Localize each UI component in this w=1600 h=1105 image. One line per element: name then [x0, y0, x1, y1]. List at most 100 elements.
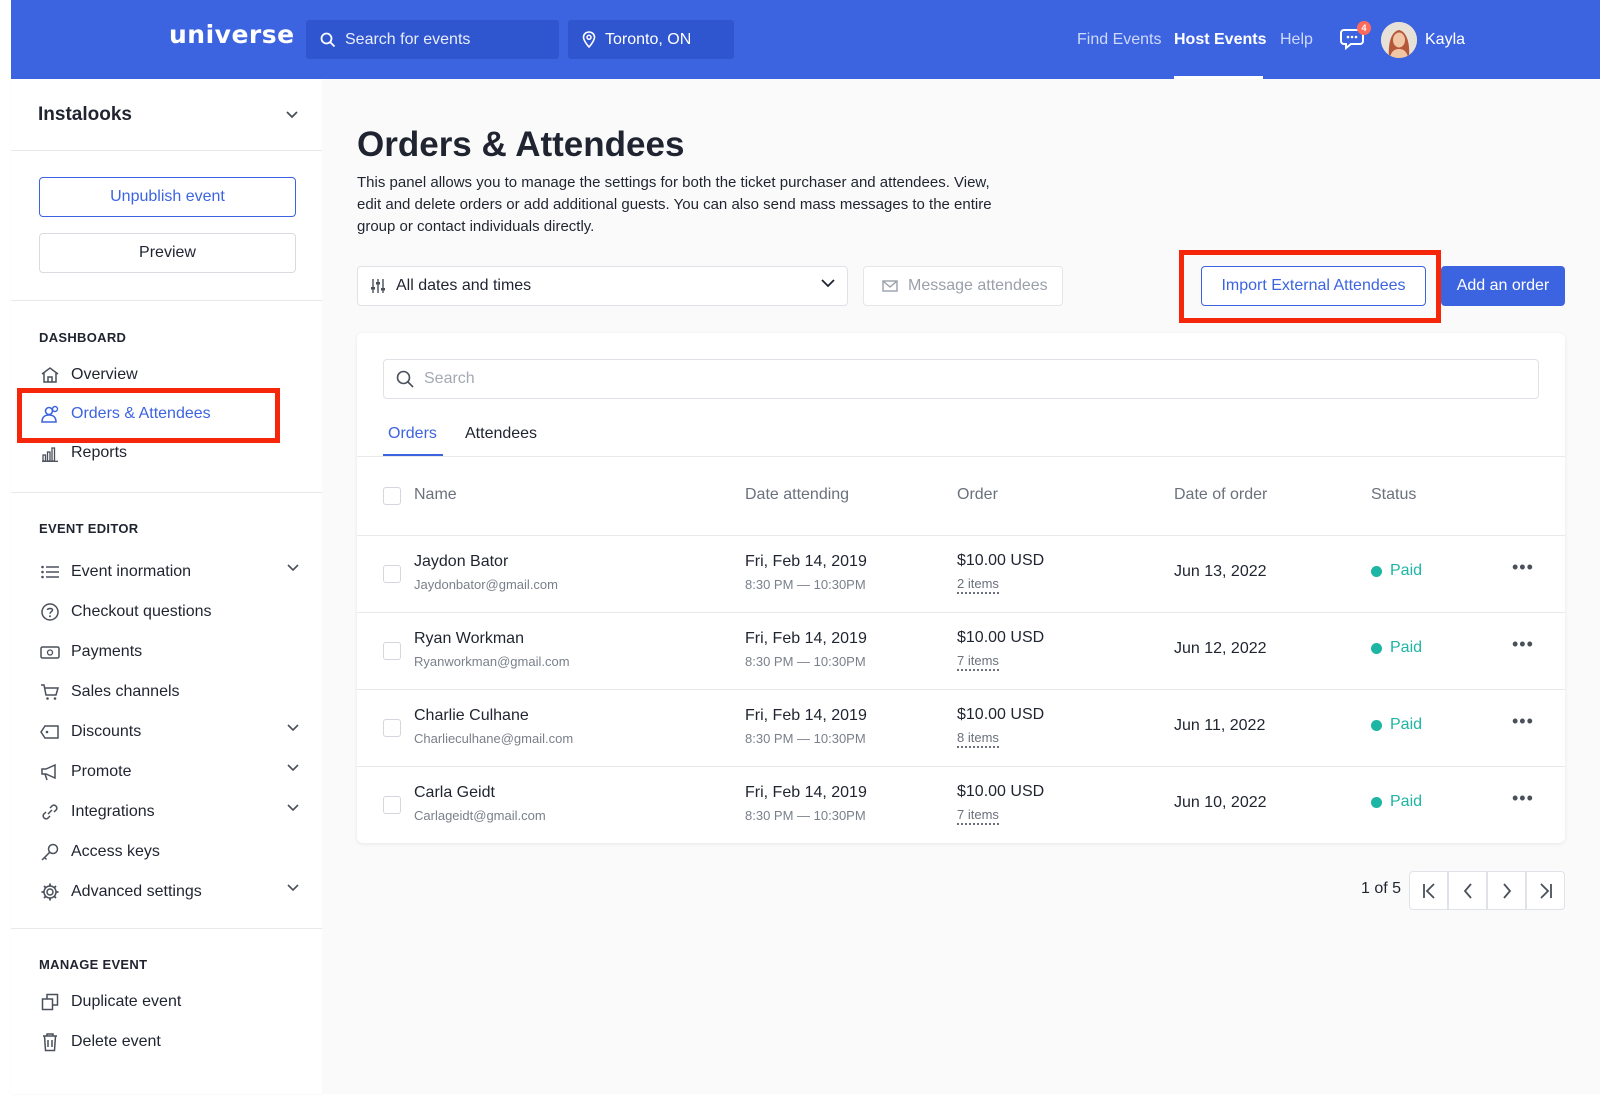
chevron-down-icon [286, 111, 298, 119]
preview-button[interactable]: Preview [39, 233, 296, 273]
row-checkbox[interactable] [383, 719, 401, 737]
attendee-name[interactable]: Carla Geidt [414, 784, 495, 802]
order-items-link[interactable]: 7 items [957, 807, 999, 825]
table-divider [357, 766, 1565, 767]
previous-page-button[interactable] [1448, 871, 1487, 910]
row-checkbox[interactable] [383, 796, 401, 814]
sidebar-item-label: Reports [71, 444, 128, 461]
event-selector[interactable]: Instalooks [38, 99, 298, 131]
sidebar-item-reports[interactable]: Reports [39, 440, 299, 466]
order-amount: $10.00 USD [957, 783, 1045, 800]
event-name: Instalooks [38, 104, 132, 125]
sidebar-item-promote[interactable]: Promote [39, 759, 299, 785]
search-placeholder: Search for events [345, 30, 471, 48]
sidebar-item-label: Integrations [71, 803, 155, 820]
first-page-icon [1422, 882, 1435, 899]
time-attending: 8:30 PM — 10:30PM [745, 808, 866, 823]
time-attending: 8:30 PM — 10:30PM [745, 654, 866, 669]
chevron-down-icon [287, 564, 299, 572]
last-page-icon [1539, 882, 1552, 899]
nav-find-events[interactable]: Find Events [1077, 31, 1161, 49]
status-badge: Paid [1371, 562, 1422, 580]
sidebar-item-duplicate-event[interactable]: Duplicate event [39, 989, 299, 1015]
attendee-name[interactable]: Jaydon Bator [414, 553, 508, 571]
tab-orders[interactable]: Orders [388, 425, 437, 443]
search-placeholder: Search [424, 370, 475, 387]
attendee-name[interactable]: Ryan Workman [414, 630, 524, 648]
event-search-input[interactable]: Search for events [306, 20, 559, 59]
gear-icon [39, 881, 61, 903]
attendee-name[interactable]: Charlie Culhane [414, 707, 529, 725]
unpublish-event-button[interactable]: Unpublish event [39, 177, 296, 217]
order-items-link[interactable]: 8 items [957, 730, 999, 748]
status-dot [1371, 642, 1382, 654]
row-more-options-icon[interactable]: ••• [1512, 634, 1534, 655]
chevron-left-icon [1463, 882, 1472, 899]
status-badge: Paid [1371, 716, 1422, 734]
column-header-name[interactable]: Name [414, 486, 457, 504]
order-amount: $10.00 USD [957, 706, 1045, 723]
nav-help[interactable]: Help [1280, 31, 1313, 49]
sliders-icon [371, 279, 385, 293]
date-attending: Fri, Feb 14, 2019 [745, 630, 867, 647]
column-header-date-of-order[interactable]: Date of order [1174, 486, 1267, 504]
sidebar-item-overview[interactable]: Overview [39, 362, 299, 388]
column-header-date-attending[interactable]: Date attending [745, 486, 849, 504]
sidebar-item-sales-channels[interactable]: Sales channels [39, 679, 299, 705]
page-description: This panel allows you to manage the sett… [357, 174, 992, 235]
status-label: Paid [1390, 716, 1423, 733]
discount-tag-icon [39, 721, 61, 743]
status-dot [1371, 719, 1382, 731]
row-checkbox[interactable] [383, 642, 401, 660]
sidebar-item-discounts[interactable]: Discounts [39, 719, 299, 745]
attendee-email: Jaydonbator@gmail.com [414, 577, 558, 592]
next-page-button[interactable] [1487, 871, 1526, 910]
row-more-options-icon[interactable]: ••• [1512, 711, 1534, 732]
question-circle-icon [39, 601, 61, 623]
date-attending: Fri, Feb 14, 2019 [745, 553, 867, 570]
user-name[interactable]: Kayla [1425, 31, 1465, 49]
nav-host-events[interactable]: Host Events [1174, 31, 1266, 49]
order-date: Jun 10, 2022 [1174, 794, 1267, 811]
column-header-order[interactable]: Order [957, 486, 998, 504]
row-checkbox[interactable] [383, 565, 401, 583]
chevron-down-icon [287, 804, 299, 812]
sidebar-item-checkout-questions[interactable]: Checkout questions [39, 599, 299, 625]
location-selector[interactable]: Toronto, ON [568, 20, 734, 59]
add-order-button[interactable]: Add an order [1441, 266, 1565, 306]
select-all-checkbox[interactable] [383, 487, 401, 505]
search-icon [320, 32, 336, 47]
sidebar-item-label: Delete event [71, 1033, 161, 1050]
sidebar-item-event-information[interactable]: Event inormation [39, 559, 299, 585]
orders-card: Search Orders Attendees Name Date attend… [357, 333, 1565, 843]
date-filter-dropdown[interactable]: All dates and times [357, 266, 848, 306]
first-page-button[interactable] [1409, 871, 1448, 910]
tab-attendees[interactable]: Attendees [465, 425, 537, 443]
row-more-options-icon[interactable]: ••• [1512, 788, 1534, 809]
payment-icon [39, 641, 61, 663]
column-header-status[interactable]: Status [1371, 486, 1416, 504]
event-editor-section-label: EVENT EDITOR [39, 521, 139, 536]
status-label: Paid [1390, 793, 1423, 810]
message-attendees-button[interactable]: Message attendees [863, 266, 1063, 306]
row-more-options-icon[interactable]: ••• [1512, 557, 1534, 578]
sidebar-item-access-keys[interactable]: Access keys [39, 839, 299, 865]
sidebar-item-label: Discounts [71, 723, 142, 740]
orders-search-input[interactable]: Search [383, 359, 1539, 399]
order-items-link[interactable]: 7 items [957, 653, 999, 671]
sidebar-item-advanced-settings[interactable]: Advanced settings [39, 879, 299, 905]
status-badge: Paid [1371, 639, 1422, 657]
sidebar-item-integrations[interactable]: Integrations [39, 799, 299, 825]
last-page-button[interactable] [1526, 871, 1565, 910]
sidebar-item-delete-event[interactable]: Delete event [39, 1029, 299, 1055]
sidebar-divider [11, 300, 322, 301]
table-divider [357, 456, 1565, 457]
universe-logo[interactable]: universe [169, 20, 295, 49]
user-avatar[interactable] [1381, 22, 1417, 58]
order-items-link[interactable]: 2 items [957, 576, 999, 594]
chevron-down-icon [287, 884, 299, 892]
manage-event-section-label: MANAGE EVENT [39, 957, 148, 972]
sidebar-item-label: Payments [71, 643, 143, 660]
sidebar-item-payments[interactable]: Payments [39, 639, 299, 665]
link-icon [39, 801, 61, 823]
